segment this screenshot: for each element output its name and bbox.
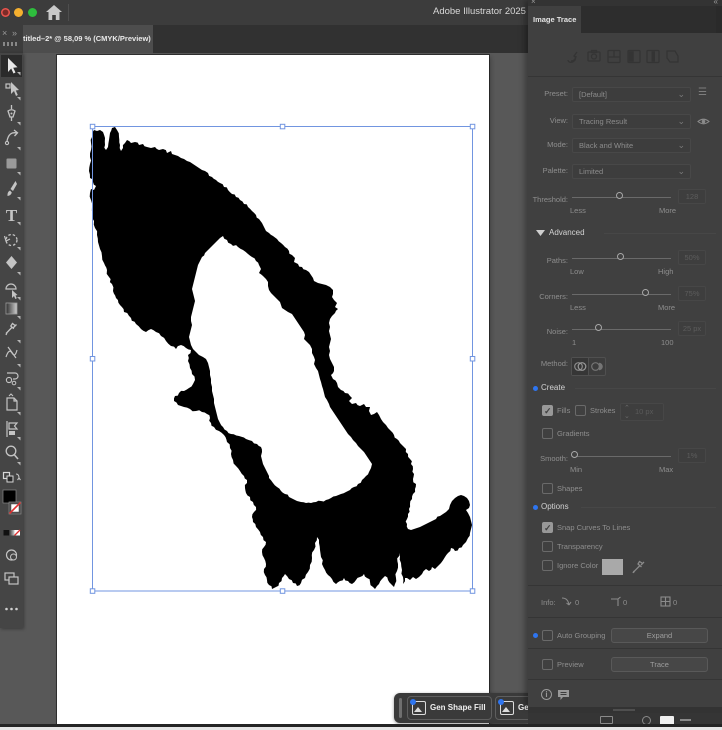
svg-text:T: T: [6, 206, 18, 225]
